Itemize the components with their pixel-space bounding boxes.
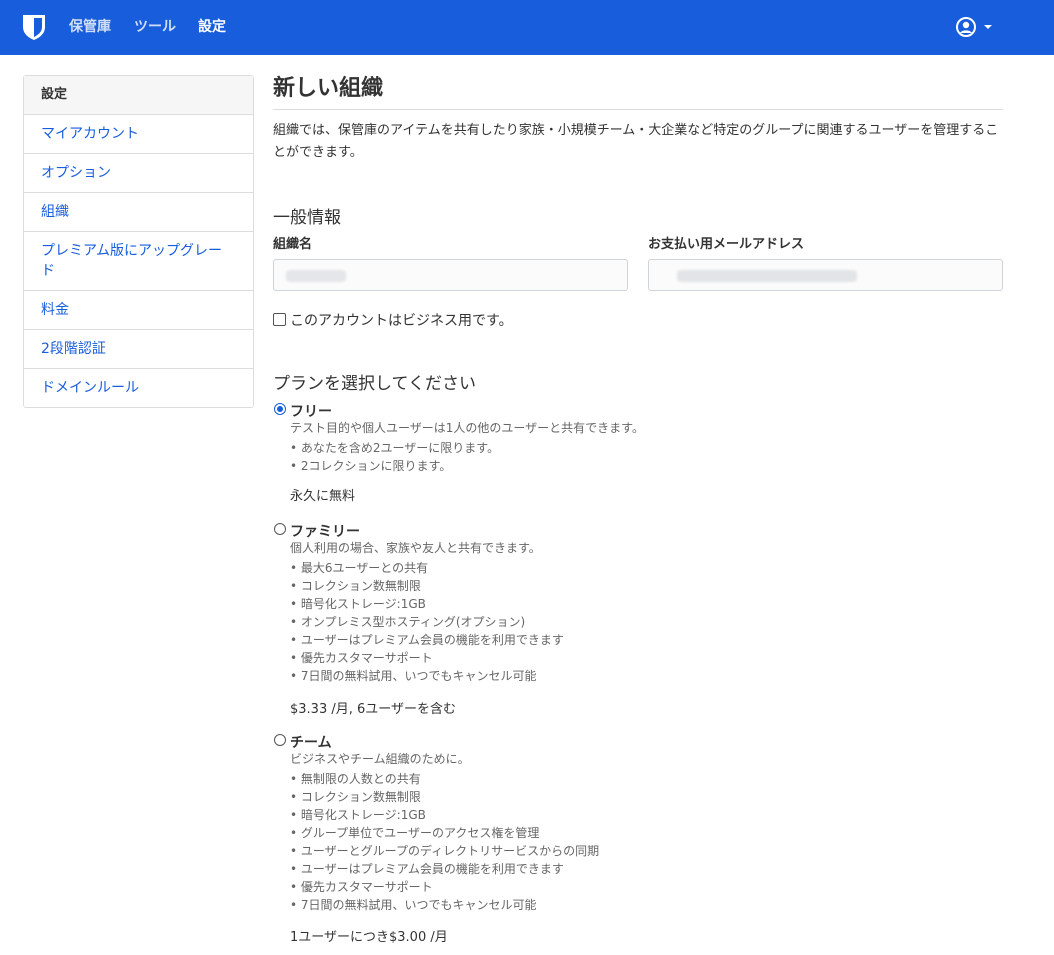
plan-team-radio[interactable] xyxy=(274,734,286,746)
plan-feature: あなたを含め2ユーザーに限ります。 xyxy=(290,439,499,457)
plan-feature-list: 無制限の人数との共有 コレクション数無制限 暗号化ストレージ:1GB グループ単… xyxy=(290,770,599,914)
plan-feature: グループ単位でユーザーのアクセス権を管理 xyxy=(290,824,599,842)
plan-feature: コレクション数無制限 xyxy=(290,788,599,806)
plan-description: ビジネスやチーム組織のために。 xyxy=(290,752,470,766)
business-account-checkbox[interactable] xyxy=(273,313,286,326)
org-name-input[interactable] xyxy=(273,259,628,291)
plan-feature: コレクション数無制限 xyxy=(290,577,564,595)
bitwarden-shield-icon[interactable] xyxy=(22,14,46,41)
plan-feature: 暗号化ストレージ:1GB xyxy=(290,595,564,613)
sidebar-heading: 設定 xyxy=(24,76,253,115)
nav-tools[interactable]: ツール xyxy=(134,18,176,36)
top-navbar: 保管庫 ツール 設定 xyxy=(0,0,1054,55)
sidebar-item-two-step-login[interactable]: 2段階認証 xyxy=(24,330,253,369)
sidebar-item-options[interactable]: オプション xyxy=(24,154,253,193)
plan-price: $3.33 /月, 6ユーザーを含む xyxy=(290,702,457,717)
general-info-title: 一般情報 xyxy=(273,208,341,228)
plan-feature: 2コレクションに限ります。 xyxy=(290,457,499,475)
plan-family-radio[interactable] xyxy=(274,523,286,535)
plan-feature: 最大6ユーザーとの共有 xyxy=(290,559,564,577)
plan-feature: 暗号化ストレージ:1GB xyxy=(290,806,599,824)
redacted-text xyxy=(677,270,857,282)
redacted-text xyxy=(286,270,346,282)
plan-description: 個人利用の場合、家族や友人と共有できます。 xyxy=(290,541,541,555)
nav-vault[interactable]: 保管庫 xyxy=(69,18,111,36)
business-account-label: このアカウントはビジネス用です。 xyxy=(290,313,513,329)
plan-name: フリー xyxy=(290,404,332,420)
plan-free-radio[interactable] xyxy=(274,403,286,415)
nav-settings[interactable]: 設定 xyxy=(198,18,226,36)
plan-feature: 7日間の無料試用、いつでもキャンセル可能 xyxy=(290,667,564,685)
plan-price: 永久に無料 xyxy=(290,489,356,504)
choose-plan-title: プランを選択してください xyxy=(273,374,476,394)
page-intro: 組織では、保管庫のアイテムを共有したり家族・小規模チーム・大企業など特定のグルー… xyxy=(273,123,999,160)
chevron-down-icon xyxy=(984,25,992,29)
plan-feature-list: あなたを含め2ユーザーに限ります。 2コレクションに限ります。 xyxy=(290,439,499,475)
plan-feature: ユーザーはプレミアム会員の機能を利用できます xyxy=(290,860,599,878)
sidebar-item-billing[interactable]: 料金 xyxy=(24,291,253,330)
plan-name: ファミリー xyxy=(290,524,360,540)
page-title: 新しい組織 xyxy=(273,75,1003,110)
plan-team[interactable]: チーム ビジネスやチーム組織のために。 無制限の人数との共有 コレクション数無制… xyxy=(273,732,1003,947)
sidebar-item-domain-rules[interactable]: ドメインルール xyxy=(24,369,253,407)
user-circle-icon xyxy=(956,17,976,37)
plan-feature: 無制限の人数との共有 xyxy=(290,770,599,788)
plan-description: テスト目的や個人ユーザーは1人の他のユーザーと共有できます。 xyxy=(290,421,644,435)
settings-sidebar: 設定 マイアカウント オプション 組織 プレミアム版にアップグレード 料金 2段… xyxy=(23,75,254,408)
plan-feature-list: 最大6ユーザーとの共有 コレクション数無制限 暗号化ストレージ:1GB オンプレ… xyxy=(290,559,564,685)
sidebar-item-organizations[interactable]: 組織 xyxy=(24,193,253,232)
plan-feature: 優先カスタマーサポート xyxy=(290,649,564,667)
plan-feature: 7日間の無料試用、いつでもキャンセル可能 xyxy=(290,896,599,914)
org-name-label: 組織名 xyxy=(273,237,313,252)
plan-name: チーム xyxy=(290,735,332,751)
plan-family[interactable]: ファミリー 個人利用の場合、家族や友人と共有できます。 最大6ユーザーとの共有 … xyxy=(273,521,1003,721)
billing-email-label: お支払い用メールアドレス xyxy=(648,237,805,252)
business-account-row[interactable]: このアカウントはビジネス用です。 xyxy=(273,310,513,330)
sidebar-item-premium[interactable]: プレミアム版にアップグレード xyxy=(24,232,253,291)
plan-feature: ユーザーはプレミアム会員の機能を利用できます xyxy=(290,631,564,649)
billing-email-input[interactable] xyxy=(648,259,1003,291)
plan-price: 1ユーザーにつき$3.00 /月 xyxy=(290,930,448,945)
plan-feature: ユーザーとグループのディレクトリサービスからの同期 xyxy=(290,842,599,860)
profile-menu-button[interactable] xyxy=(955,16,995,38)
plan-feature: 優先カスタマーサポート xyxy=(290,878,599,896)
sidebar-item-my-account[interactable]: マイアカウント xyxy=(24,115,253,154)
plan-feature: オンプレミス型ホスティング(オプション) xyxy=(290,613,564,631)
plan-free[interactable]: フリー テスト目的や個人ユーザーは1人の他のユーザーと共有できます。 あなたを含… xyxy=(273,401,1003,504)
main-content: 新しい組織 組織では、保管庫のアイテムを共有したり家族・小規模チーム・大企業など… xyxy=(273,75,1003,945)
